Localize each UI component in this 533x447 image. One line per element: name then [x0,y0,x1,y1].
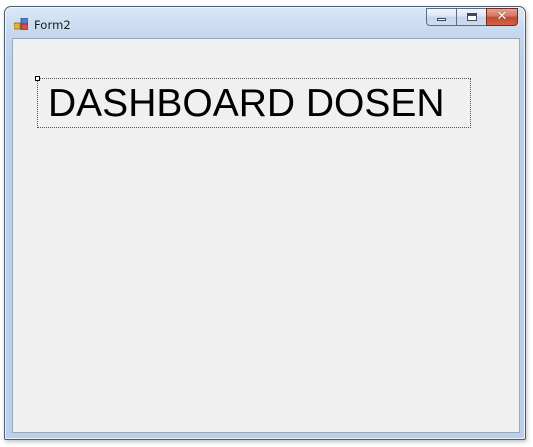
minimize-icon [437,18,446,21]
form-window: Form2 ✕ DASHBOARD DOSEN [4,6,526,440]
dashboard-heading-label[interactable]: DASHBOARD DOSEN [48,82,445,126]
close-icon: ✕ [496,9,508,24]
close-button[interactable]: ✕ [486,8,518,26]
form-client-area: DASHBOARD DOSEN [12,38,520,433]
maximize-icon [467,13,477,21]
title-bar[interactable]: Form2 ✕ [5,7,525,37]
maximize-button[interactable] [456,8,487,26]
window-title: Form2 [34,18,71,32]
resize-handle[interactable] [35,76,40,81]
minimize-button[interactable] [426,8,457,26]
heading-label-selection[interactable]: DASHBOARD DOSEN [35,76,471,128]
app-icon[interactable] [14,18,28,30]
caption-buttons: ✕ [426,8,518,27]
